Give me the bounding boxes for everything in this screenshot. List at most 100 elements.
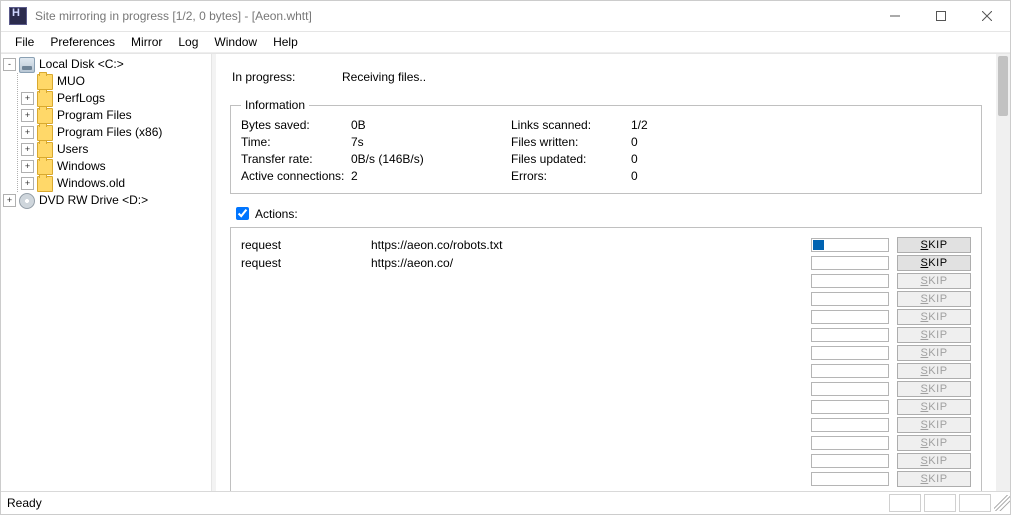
minimize-button[interactable] xyxy=(872,1,918,31)
tree-item-folder[interactable]: + PerfLogs xyxy=(18,90,211,107)
action-progressbar xyxy=(811,238,889,252)
vertical-scrollbar[interactable] xyxy=(996,54,1010,491)
tree-expander[interactable]: + xyxy=(21,177,34,190)
tree-label: PerfLogs xyxy=(57,90,105,107)
body: - Local Disk <C:> MUO + PerfLogs + Program F… xyxy=(1,53,1010,491)
action-url: https://aeon.co/robots.txt xyxy=(371,238,811,252)
info-label: Bytes saved: xyxy=(241,118,351,132)
folder-icon xyxy=(37,125,53,141)
app-icon xyxy=(9,7,27,25)
tree-expander[interactable]: - xyxy=(3,58,16,71)
skip-button: SKIP xyxy=(897,453,971,469)
maximize-icon xyxy=(936,11,946,21)
skip-button[interactable]: SKIP xyxy=(897,255,971,271)
titlebar[interactable]: Site mirroring in progress [1/2, 0 bytes… xyxy=(1,1,1010,32)
skip-button: SKIP xyxy=(897,417,971,433)
tree-label: MUO xyxy=(57,73,85,90)
action-progressbar xyxy=(811,436,889,450)
actions-label[interactable]: Actions: xyxy=(255,207,298,221)
menu-mirror[interactable]: Mirror xyxy=(123,33,170,51)
tree-expander[interactable] xyxy=(21,75,34,88)
folder-icon xyxy=(37,142,53,158)
in-progress-label: In progress: xyxy=(232,70,342,84)
skip-button: SKIP xyxy=(897,471,971,487)
info-value: 0 xyxy=(631,135,691,149)
progress-fill xyxy=(813,240,824,250)
tree-expander[interactable]: + xyxy=(21,160,34,173)
action-progressbar xyxy=(811,382,889,396)
action-row: SKIP xyxy=(241,362,971,380)
tree-item-folder[interactable]: + Windows xyxy=(18,158,211,175)
actions-checkbox[interactable] xyxy=(236,207,249,220)
tree-item-folder[interactable]: MUO xyxy=(18,73,211,90)
tree-label: Local Disk <C:> xyxy=(39,56,124,73)
menu-preferences[interactable]: Preferences xyxy=(42,33,123,51)
tree-item-dvd[interactable]: + DVD RW Drive <D:> xyxy=(3,192,211,209)
status-pane xyxy=(924,494,956,512)
window-title: Site mirroring in progress [1/2, 0 bytes… xyxy=(35,9,312,23)
main-panel: In progress: Receiving files.. Informati… xyxy=(216,54,1010,491)
statusbar: Ready xyxy=(1,491,1010,514)
menu-log[interactable]: Log xyxy=(170,33,206,51)
action-row: requesthttps://aeon.co/SKIP xyxy=(241,254,971,272)
scroll-thumb[interactable] xyxy=(998,56,1008,116)
menu-help[interactable]: Help xyxy=(265,33,306,51)
action-row: SKIP xyxy=(241,434,971,452)
maximize-button[interactable] xyxy=(918,1,964,31)
skip-button: SKIP xyxy=(897,363,971,379)
tree-label: Windows xyxy=(57,158,106,175)
info-value: 0 xyxy=(631,152,691,166)
tree-label: Program Files (x86) xyxy=(57,124,162,141)
info-label: Active connections: xyxy=(241,169,351,183)
menu-window[interactable]: Window xyxy=(206,33,265,51)
info-value: 1/2 xyxy=(631,118,691,132)
sidebar-tree[interactable]: - Local Disk <C:> MUO + PerfLogs + Program F… xyxy=(1,54,212,491)
action-progressbar xyxy=(811,274,889,288)
folder-icon xyxy=(37,74,53,90)
skip-button: SKIP xyxy=(897,273,971,289)
disk-icon xyxy=(19,57,35,73)
info-label: Errors: xyxy=(511,169,631,183)
action-row: SKIP xyxy=(241,398,971,416)
tree-label: Windows.old xyxy=(57,175,125,192)
info-label: Files written: xyxy=(511,135,631,149)
status-pane xyxy=(889,494,921,512)
tree-label: DVD RW Drive <D:> xyxy=(39,192,148,209)
tree-item-local-disk[interactable]: - Local Disk <C:> xyxy=(3,56,211,73)
menu-file[interactable]: File xyxy=(7,33,42,51)
info-value: 7s xyxy=(351,135,511,149)
tree-expander[interactable]: + xyxy=(21,109,34,122)
skip-button: SKIP xyxy=(897,381,971,397)
skip-button[interactable]: SKIP xyxy=(897,237,971,253)
action-row: SKIP xyxy=(241,344,971,362)
information-legend: Information xyxy=(241,98,309,112)
status-pane xyxy=(959,494,991,512)
tree-label: Program Files xyxy=(57,107,132,124)
info-value: 0B/s (146B/s) xyxy=(351,152,511,166)
tree-expander[interactable]: + xyxy=(21,126,34,139)
tree-item-folder[interactable]: + Program Files xyxy=(18,107,211,124)
tree-item-folder[interactable]: + Windows.old xyxy=(18,175,211,192)
tree-item-folder[interactable]: +Users xyxy=(18,141,211,158)
resize-grip-icon[interactable] xyxy=(994,495,1010,511)
action-row: SKIP xyxy=(241,290,971,308)
tree-expander[interactable]: + xyxy=(21,92,34,105)
action-url: https://aeon.co/ xyxy=(371,256,811,270)
actions-toggle[interactable]: Actions: xyxy=(232,204,980,223)
info-value: 0 xyxy=(631,169,691,183)
folder-icon xyxy=(37,91,53,107)
tree-item-folder[interactable]: + Program Files (x86) xyxy=(18,124,211,141)
tree-expander[interactable]: + xyxy=(3,194,16,207)
action-row: SKIP xyxy=(241,308,971,326)
skip-button: SKIP xyxy=(897,345,971,361)
skip-button: SKIP xyxy=(897,309,971,325)
action-row: SKIP xyxy=(241,416,971,434)
tree-expander[interactable]: + xyxy=(21,143,34,156)
close-button[interactable] xyxy=(964,1,1010,31)
action-row: requesthttps://aeon.co/robots.txtSKIP xyxy=(241,236,971,254)
skip-button: SKIP xyxy=(897,399,971,415)
action-progressbar xyxy=(811,454,889,468)
info-label: Files updated: xyxy=(511,152,631,166)
action-row: SKIP xyxy=(241,272,971,290)
status-text: Ready xyxy=(7,496,42,510)
